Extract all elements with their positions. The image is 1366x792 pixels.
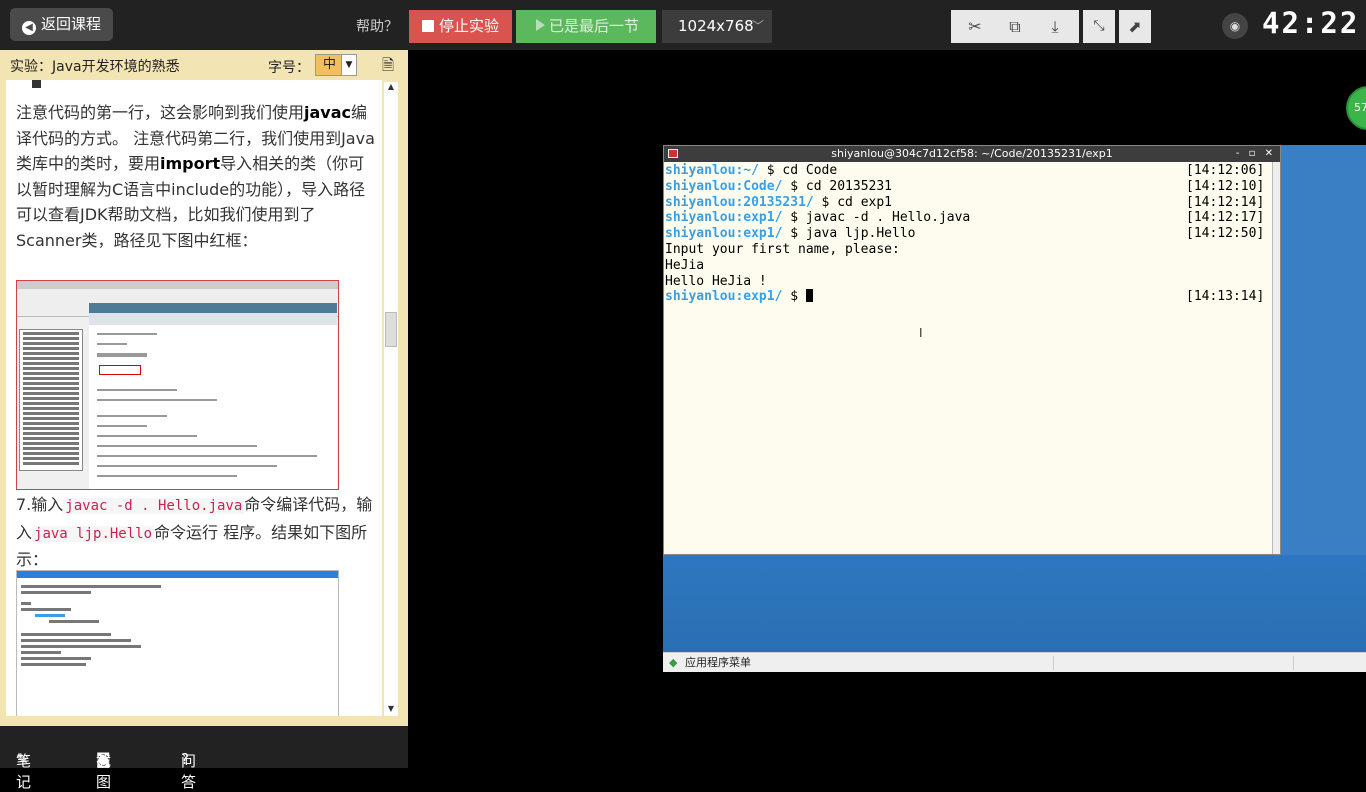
qa-label: 问答 — [181, 752, 197, 791]
text: 7.输入 — [16, 495, 64, 514]
jdk-doc-screenshot — [16, 280, 339, 490]
terminal-line: shiyanlou:~/ $ cd Code [14:12:06] — [665, 163, 1265, 178]
highlight-box — [99, 365, 141, 375]
last-section-button[interactable]: 已是最后一节 — [516, 10, 656, 43]
scissors-icon[interactable]: ✂ — [955, 10, 995, 43]
screenshot-terminal-body — [17, 578, 338, 716]
stop-label: 停止实验 — [439, 17, 500, 35]
help-link[interactable]: 帮助？ — [356, 16, 398, 36]
stop-experiment-button[interactable]: 停止实验 — [409, 10, 512, 43]
text: 注意代码的第一行，这会影响到我们使用 — [16, 103, 305, 122]
back-to-course-button[interactable]: ◀ 返回课程 — [10, 8, 113, 41]
panel-footer: ✎ 笔记 ◙ 截图 ? 问答 — [0, 726, 408, 791]
terminal-scrollbar[interactable] — [1272, 162, 1280, 554]
keyword-javac: javac — [304, 103, 352, 122]
status-badge[interactable]: 57 — [1346, 86, 1366, 130]
back-label: 返回课程 — [41, 15, 102, 33]
stop-icon — [422, 20, 434, 32]
dropdown-arrow-icon: ▼ — [341, 55, 356, 75]
screenshot-titlebar — [17, 571, 338, 578]
panel-scrollbar[interactable]: ▲ ▼ — [384, 82, 398, 716]
keyword-import: import — [160, 154, 221, 173]
code-fragment — [32, 80, 41, 88]
resolution-value: 1024x768 — [678, 17, 754, 35]
instruction-content: 注意代码的第一行，这会影响到我们使用javac编译代码的方式。 注意代码第二行，… — [6, 80, 382, 716]
download-icon[interactable]: ⤓ — [1035, 10, 1075, 43]
terminal-output: Hello HeJia ! — [665, 273, 767, 289]
font-size-value: 中 — [323, 57, 337, 72]
scroll-thumb[interactable] — [385, 312, 397, 347]
screenshot-titlebar — [17, 281, 338, 289]
terminal-output: Input your first name, please: — [665, 241, 900, 257]
scroll-down-icon[interactable]: ▼ — [384, 704, 398, 716]
toolbar-group: ✂ ⧉ ⤓ — [951, 10, 1079, 43]
terminal-cursor — [805, 289, 813, 303]
terminal-menu-icon[interactable] — [668, 149, 678, 158]
terminal-output-screenshot — [16, 570, 339, 716]
screenshot-doc-body — [89, 303, 337, 489]
vm-taskbar: ◆ 应用程序菜单 — [663, 652, 1366, 672]
paragraph-step7: 7.输入 javac -d . Hello.java 命令编译代码，输入 java l… — [16, 492, 380, 573]
document-icon[interactable]: 🗎 — [382, 55, 394, 80]
terminal-output: HeJia — [665, 257, 705, 273]
terminal-line: shiyanlou:Code/ $ cd 20135231 [14:12:10] — [665, 178, 1265, 194]
resolution-select[interactable]: 1024x768 ﹀ — [662, 10, 772, 43]
arrow-left-icon: ◀ — [22, 21, 36, 35]
screen-share-icon[interactable]: ⧉ — [995, 10, 1035, 43]
collapse-icon[interactable]: ⤡ — [1083, 10, 1115, 43]
terminal-line: shiyanlou:exp1/ $ java ljp.Hello [14:12:5… — [665, 226, 1265, 242]
terminal-window[interactable]: shiyanlou@304c7d12cf58: ~/Code/20135231/… — [663, 145, 1281, 555]
window-controls[interactable]: - ▫ ✕ — [1236, 146, 1276, 162]
screenshot-label: 截图 — [96, 752, 112, 791]
font-size-select[interactable]: 中 ▼ — [315, 54, 357, 76]
screenshot-class-list — [19, 329, 83, 471]
terminal-line: shiyanlou:exp1/ $ javac -d . Hello.java[… — [665, 210, 1265, 226]
lab-title: 实验：Java开发环境的熟悉 — [10, 59, 180, 75]
last-label: 已是最后一节 — [549, 17, 640, 35]
instruction-panel: 实验：Java开发环境的熟悉 字号： 中 ▼ 🗎 注意代码的第一行，这会影响到我们… — [0, 50, 408, 726]
eye-icon[interactable]: ◉ — [1222, 13, 1248, 39]
scroll-up-icon[interactable]: ▲ — [384, 82, 398, 94]
desktop-background — [663, 555, 1366, 652]
panel-header: 实验：Java开发环境的熟悉 字号： 中 ▼ 🗎 — [0, 50, 408, 80]
terminal-titlebar[interactable]: shiyanlou@304c7d12cf58: ~/Code/20135231/… — [664, 146, 1280, 162]
app-menu-icon[interactable]: ◆ — [669, 653, 677, 673]
external-link-icon[interactable]: ⬈ — [1119, 10, 1151, 43]
top-bar: ◀ 返回课程 帮助？ 停止实验 已是最后一节 1024x768 ﹀ ✂ ⧉ ⤓ ⤡ … — [0, 0, 1366, 50]
terminal-line: shiyanlou:20135231/ $ cd exp1 [14:12:14] — [665, 194, 1265, 210]
notes-label: 笔记 — [16, 752, 32, 791]
timer: 42:22 — [1262, 6, 1360, 40]
app-menu-label[interactable]: 应用程序菜单 — [685, 653, 751, 673]
terminal-prompt: shiyanlou:exp1/ $ [14:13:14] — [665, 289, 1265, 305]
chevron-down-icon: ﹀ — [751, 19, 764, 33]
play-icon — [536, 19, 545, 31]
inline-code: javac -d . Hello.java — [63, 498, 245, 514]
text-cursor-icon: I — [919, 326, 923, 340]
font-size-label: 字号： — [268, 60, 310, 76]
paragraph-import: 注意代码的第一行，这会影响到我们使用javac编译代码的方式。 注意代码第二行，… — [16, 100, 380, 253]
inline-code: java ljp.Hello — [32, 525, 155, 542]
vm-desktop[interactable]: shiyanlou@304c7d12cf58: ~/Code/20135231/… — [663, 145, 1366, 672]
terminal-body[interactable]: shiyanlou:~/ $ cd Code [14:12:06] shiyanl… — [664, 162, 1280, 305]
terminal-title: shiyanlou@304c7d12cf58: ~/Code/20135231/… — [831, 147, 1113, 160]
